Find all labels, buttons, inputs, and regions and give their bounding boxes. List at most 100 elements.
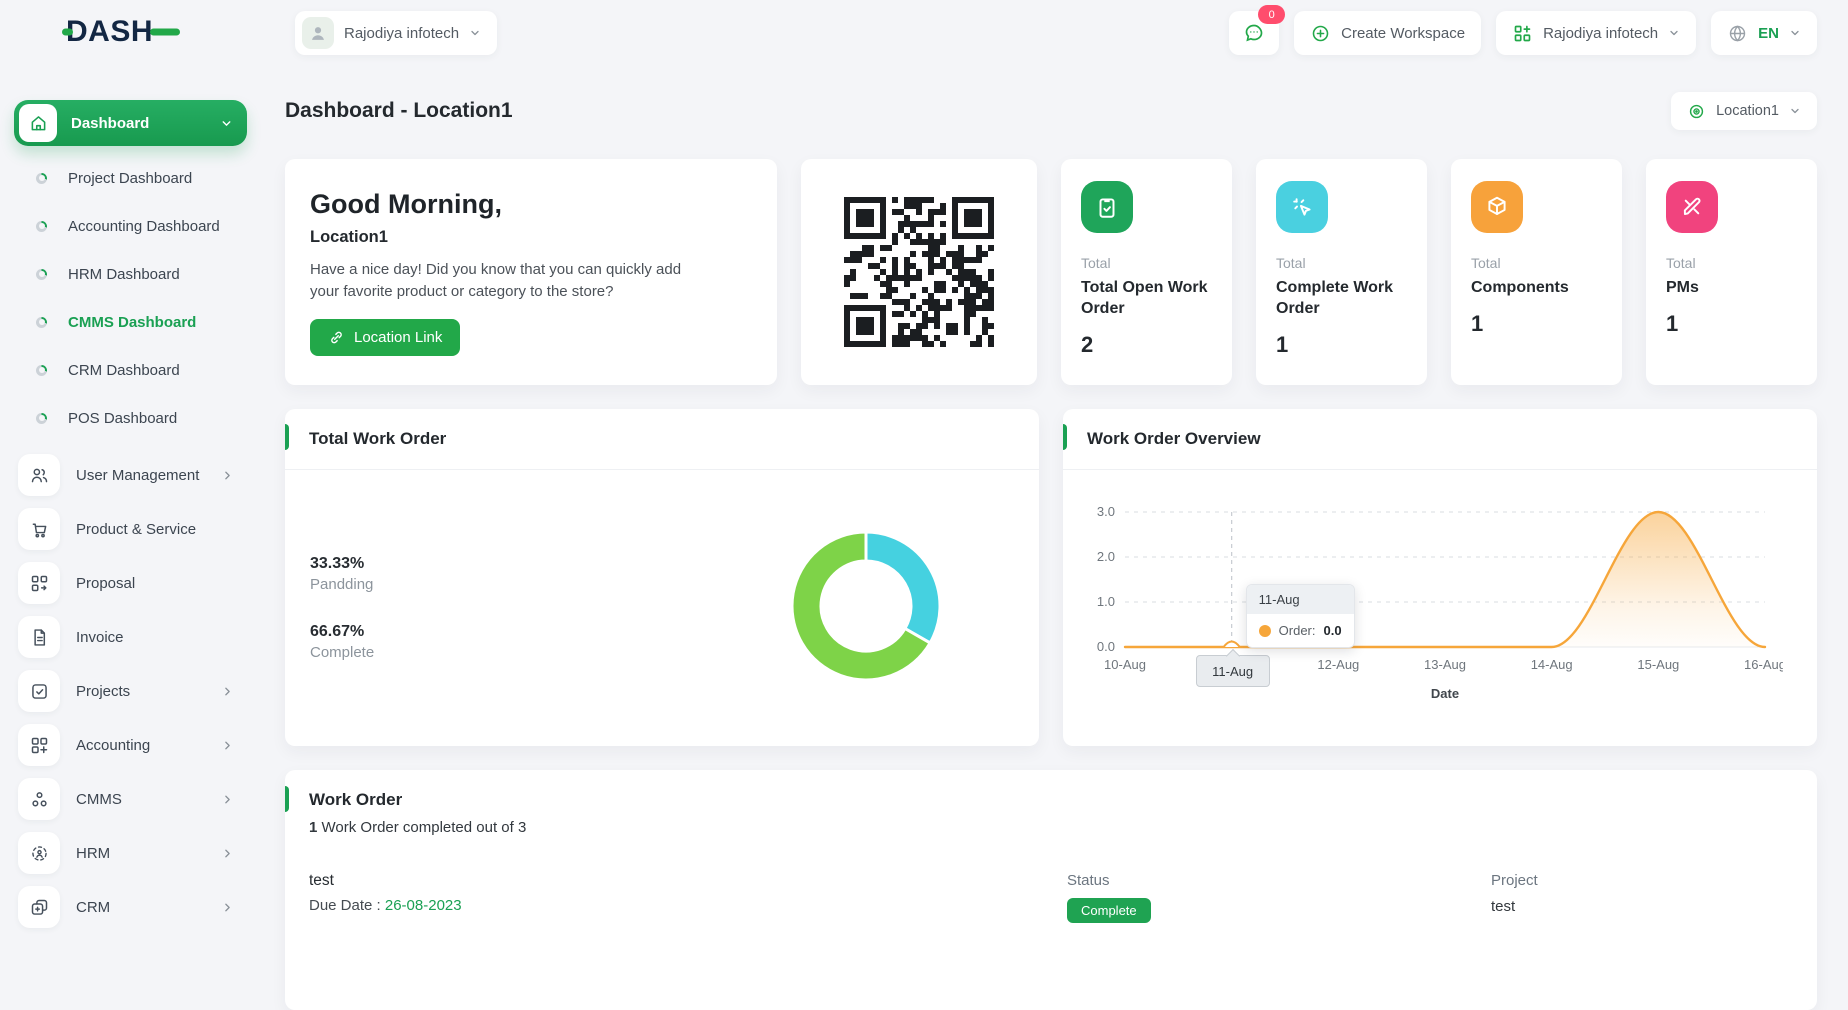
svg-text:10-Aug: 10-Aug <box>1104 657 1146 672</box>
target-icon <box>1687 102 1706 121</box>
messages-button[interactable]: 0 <box>1229 11 1279 55</box>
sidebar-item-label: Accounting Dashboard <box>68 218 220 235</box>
qr-code-card <box>801 159 1037 385</box>
company-selector[interactable]: Rajodiya infotech <box>1496 11 1696 55</box>
due-date-value: 26-08-2023 <box>385 897 462 914</box>
sidebar-item-product-service[interactable]: Product & Service <box>0 502 270 556</box>
location-filter[interactable]: Location1 <box>1671 92 1817 130</box>
legend-label: Pandding <box>310 576 374 593</box>
svg-text:2.0: 2.0 <box>1097 549 1115 564</box>
logo-text: DASH <box>66 15 153 48</box>
workspace-grid-icon <box>1512 23 1533 44</box>
sidebar-item-dashboard[interactable]: Dashboard <box>14 100 247 146</box>
app-logo[interactable]: DASH <box>62 13 180 54</box>
svg-text:16-Aug: 16-Aug <box>1744 657 1783 672</box>
sidebar-item-crm-dashboard[interactable]: CRM Dashboard <box>0 346 270 394</box>
location-link-label: Location Link <box>354 329 442 346</box>
focus-person-icon <box>18 832 60 874</box>
sidebar-item-hrm-dashboard[interactable]: HRM Dashboard <box>0 250 270 298</box>
bullet-icon <box>36 173 47 184</box>
bullet-icon <box>36 317 47 328</box>
work-order-list-card: Work Order 1 Work Order completed out of… <box>285 770 1817 1010</box>
stat-value: 1 <box>1276 332 1407 358</box>
sidebar-item-label: User Management <box>76 467 199 484</box>
svg-text:0.0: 0.0 <box>1097 639 1115 654</box>
chevron-down-icon <box>1668 27 1680 39</box>
work-order-overview-chart[interactable]: 0.01.02.03.010-Aug11-Aug12-Aug13-Aug14-A… <box>1077 484 1783 736</box>
messages-count-badge: 0 <box>1258 5 1285 24</box>
chevron-down-icon <box>1789 105 1801 117</box>
project-value: test <box>1491 898 1793 915</box>
plus-circle-icon <box>1310 23 1331 44</box>
work-order-summary-text: 1 Work Order completed out of 3 <box>285 819 1817 836</box>
stat-label: Complete Work Order <box>1276 278 1407 320</box>
proposal-icon <box>18 562 60 604</box>
sidebar-item-label: Accounting <box>76 737 150 754</box>
card-title: Total Work Order <box>309 429 446 448</box>
overlap-squares-icon <box>18 886 60 928</box>
work-order-main-cell: test Due Date : 26-08-2023 <box>309 872 1067 923</box>
sidebar-menu: User Management Product & Service Pro <box>0 448 270 934</box>
total-work-order-card: Total Work Order 33.33% Pandding 66.67% … <box>285 409 1039 746</box>
chart-tooltip: 11-Aug Order: 0.0 <box>1246 584 1355 648</box>
tools-icon <box>1666 181 1718 233</box>
stat-label: Total Open Work Order <box>1081 278 1212 320</box>
sidebar-item-pos-dashboard[interactable]: POS Dashboard <box>0 394 270 442</box>
sidebar-item-cmms[interactable]: CMMS <box>0 772 270 826</box>
sidebar-item-cmms-dashboard[interactable]: CMMS Dashboard <box>0 298 270 346</box>
location-link-button[interactable]: Location Link <box>310 319 460 356</box>
status-label: Status <box>1067 872 1491 889</box>
sidebar-item-label: Product & Service <box>76 521 196 538</box>
series-dot-icon <box>1259 625 1271 637</box>
stat-kicker: Total <box>1666 255 1797 271</box>
legend-value: 33.33% <box>310 555 374 573</box>
sidebar-item-accounting-dashboard[interactable]: Accounting Dashboard <box>0 202 270 250</box>
location-filter-label: Location1 <box>1716 103 1779 119</box>
sidebar-item-projects[interactable]: Projects <box>0 664 270 718</box>
tooltip-series-label: Order: <box>1279 623 1316 638</box>
sidebar-item-user-management[interactable]: User Management <box>0 448 270 502</box>
work-order-overview-card: Work Order Overview 0.01.02.03.010-Aug11… <box>1063 409 1817 746</box>
chevron-right-icon <box>221 469 234 482</box>
sidebar-item-proposal[interactable]: Proposal <box>0 556 270 610</box>
card-title: Work Order Overview <box>1087 429 1261 448</box>
sidebar-item-label: Project Dashboard <box>68 170 192 187</box>
topbar: DASH Rajodiya infotech 0 <box>0 0 1848 66</box>
sidebar-item-accounting[interactable]: Accounting <box>0 718 270 772</box>
sidebar-item-invoice[interactable]: Invoice <box>0 610 270 664</box>
chevron-down-icon <box>1789 27 1801 39</box>
circles-icon <box>18 778 60 820</box>
grid-plus-icon <box>18 724 60 766</box>
language-selector[interactable]: EN <box>1711 11 1817 55</box>
sidebar-item-label: CRM <box>76 899 110 916</box>
qr-code <box>844 197 994 347</box>
create-workspace-label: Create Workspace <box>1341 25 1465 42</box>
area-chart: 0.01.02.03.010-Aug11-Aug12-Aug13-Aug14-A… <box>1077 484 1783 736</box>
create-workspace-button[interactable]: Create Workspace <box>1294 11 1481 55</box>
stat-kicker: Total <box>1276 255 1407 271</box>
svg-text:3.0: 3.0 <box>1097 504 1115 519</box>
language-code: EN <box>1758 25 1779 42</box>
workspace-selector[interactable]: Rajodiya infotech <box>295 11 497 55</box>
bullet-icon <box>36 221 47 232</box>
work-order-row[interactable]: test Due Date : 26-08-2023 Status Comple… <box>285 872 1817 923</box>
sidebar-item-project-dashboard[interactable]: Project Dashboard <box>0 154 270 202</box>
sidebar-item-label: CRM Dashboard <box>68 362 180 379</box>
project-label: Project <box>1491 872 1793 889</box>
greeting-card: Good Morning, Location1 Have a nice day!… <box>285 159 777 385</box>
svg-text:14-Aug: 14-Aug <box>1531 657 1573 672</box>
sidebar-item-label: Invoice <box>76 629 124 646</box>
link-icon <box>328 329 345 346</box>
work-order-donut-chart[interactable] <box>780 520 952 692</box>
sidebar-item-label: POS Dashboard <box>68 410 177 427</box>
bullet-icon <box>36 365 47 376</box>
stat-value: 1 <box>1471 311 1602 337</box>
sidebar: Dashboard Project Dashboard Accounting D… <box>0 75 270 948</box>
chat-bubble-icon <box>1242 21 1266 45</box>
chevron-right-icon <box>221 793 234 806</box>
sidebar-item-crm[interactable]: CRM <box>0 880 270 934</box>
sidebar-item-hrm[interactable]: HRM <box>0 826 270 880</box>
due-date-label: Due Date : <box>309 897 385 914</box>
card-title: Work Order <box>285 790 1817 810</box>
stat-value: 1 <box>1666 311 1797 337</box>
